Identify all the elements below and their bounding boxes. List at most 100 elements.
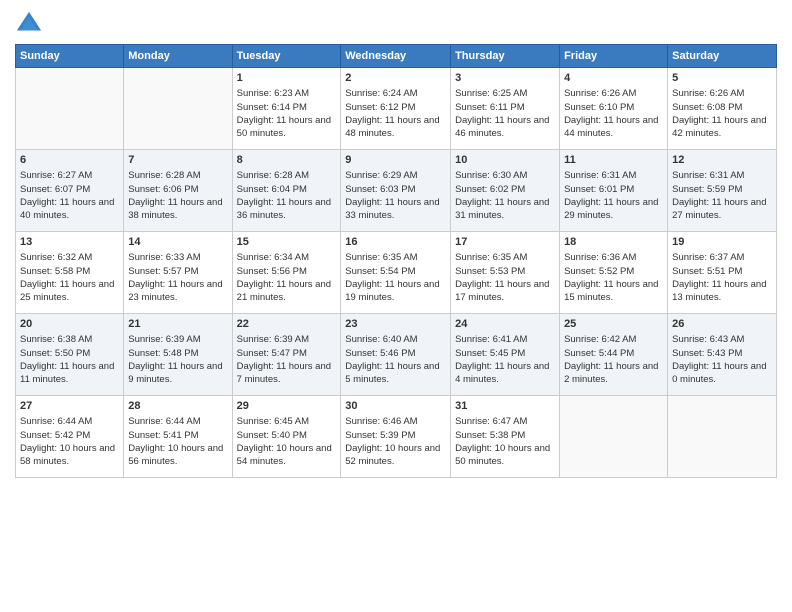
calendar-cell: 3 Sunrise: 6:25 AM Sunset: 6:11 PM Dayli… — [451, 68, 560, 150]
sunrise-text: Sunrise: 6:33 AM — [128, 252, 200, 263]
sunrise-text: Sunrise: 6:32 AM — [20, 252, 92, 263]
day-number: 8 — [237, 153, 337, 168]
daylight-text: Daylight: 11 hours and 19 minutes. — [345, 279, 439, 303]
calendar-cell: 24 Sunrise: 6:41 AM Sunset: 5:45 PM Dayl… — [451, 314, 560, 396]
daylight-text: Daylight: 11 hours and 25 minutes. — [20, 279, 114, 303]
sunset-text: Sunset: 5:56 PM — [237, 266, 307, 277]
calendar-header: SundayMondayTuesdayWednesdayThursdayFrid… — [16, 45, 777, 68]
day-number: 15 — [237, 235, 337, 250]
calendar-cell: 10 Sunrise: 6:30 AM Sunset: 6:02 PM Dayl… — [451, 150, 560, 232]
daylight-text: Daylight: 11 hours and 4 minutes. — [455, 361, 549, 385]
calendar-cell: 17 Sunrise: 6:35 AM Sunset: 5:53 PM Dayl… — [451, 232, 560, 314]
sunrise-text: Sunrise: 6:28 AM — [128, 170, 200, 181]
day-number: 14 — [128, 235, 227, 250]
weekday-saturday: Saturday — [668, 45, 777, 68]
daylight-text: Daylight: 11 hours and 27 minutes. — [672, 197, 766, 221]
sunset-text: Sunset: 5:50 PM — [20, 348, 90, 359]
sunset-text: Sunset: 6:04 PM — [237, 184, 307, 195]
calendar-cell: 5 Sunrise: 6:26 AM Sunset: 6:08 PM Dayli… — [668, 68, 777, 150]
sunrise-text: Sunrise: 6:26 AM — [564, 88, 636, 99]
sunrise-text: Sunrise: 6:38 AM — [20, 334, 92, 345]
daylight-text: Daylight: 11 hours and 0 minutes. — [672, 361, 766, 385]
sunset-text: Sunset: 5:38 PM — [455, 430, 525, 441]
sunset-text: Sunset: 5:45 PM — [455, 348, 525, 359]
sunset-text: Sunset: 6:12 PM — [345, 102, 415, 113]
day-number: 13 — [20, 235, 119, 250]
calendar-cell: 19 Sunrise: 6:37 AM Sunset: 5:51 PM Dayl… — [668, 232, 777, 314]
calendar-cell: 2 Sunrise: 6:24 AM Sunset: 6:12 PM Dayli… — [341, 68, 451, 150]
calendar-week-2: 6 Sunrise: 6:27 AM Sunset: 6:07 PM Dayli… — [16, 150, 777, 232]
day-number: 25 — [564, 317, 663, 332]
calendar-week-3: 13 Sunrise: 6:32 AM Sunset: 5:58 PM Dayl… — [16, 232, 777, 314]
sunrise-text: Sunrise: 6:27 AM — [20, 170, 92, 181]
calendar-cell: 8 Sunrise: 6:28 AM Sunset: 6:04 PM Dayli… — [232, 150, 341, 232]
daylight-text: Daylight: 11 hours and 46 minutes. — [455, 115, 549, 139]
header — [15, 10, 777, 38]
page: SundayMondayTuesdayWednesdayThursdayFrid… — [0, 0, 792, 612]
sunset-text: Sunset: 5:47 PM — [237, 348, 307, 359]
weekday-thursday: Thursday — [451, 45, 560, 68]
sunset-text: Sunset: 6:10 PM — [564, 102, 634, 113]
daylight-text: Daylight: 11 hours and 21 minutes. — [237, 279, 331, 303]
sunset-text: Sunset: 5:53 PM — [455, 266, 525, 277]
day-number: 17 — [455, 235, 555, 250]
daylight-text: Daylight: 11 hours and 42 minutes. — [672, 115, 766, 139]
sunset-text: Sunset: 5:44 PM — [564, 348, 634, 359]
sunrise-text: Sunrise: 6:34 AM — [237, 252, 309, 263]
day-number: 6 — [20, 153, 119, 168]
day-number: 10 — [455, 153, 555, 168]
calendar-cell: 4 Sunrise: 6:26 AM Sunset: 6:10 PM Dayli… — [560, 68, 668, 150]
sunrise-text: Sunrise: 6:37 AM — [672, 252, 744, 263]
daylight-text: Daylight: 11 hours and 50 minutes. — [237, 115, 331, 139]
daylight-text: Daylight: 11 hours and 36 minutes. — [237, 197, 331, 221]
weekday-sunday: Sunday — [16, 45, 124, 68]
weekday-tuesday: Tuesday — [232, 45, 341, 68]
sunset-text: Sunset: 5:57 PM — [128, 266, 198, 277]
day-number: 3 — [455, 71, 555, 86]
calendar-cell: 13 Sunrise: 6:32 AM Sunset: 5:58 PM Dayl… — [16, 232, 124, 314]
sunrise-text: Sunrise: 6:45 AM — [237, 416, 309, 427]
calendar-cell: 11 Sunrise: 6:31 AM Sunset: 6:01 PM Dayl… — [560, 150, 668, 232]
calendar-cell: 12 Sunrise: 6:31 AM Sunset: 5:59 PM Dayl… — [668, 150, 777, 232]
calendar-cell: 16 Sunrise: 6:35 AM Sunset: 5:54 PM Dayl… — [341, 232, 451, 314]
sunrise-text: Sunrise: 6:24 AM — [345, 88, 417, 99]
day-number: 2 — [345, 71, 446, 86]
day-number: 21 — [128, 317, 227, 332]
calendar-cell: 15 Sunrise: 6:34 AM Sunset: 5:56 PM Dayl… — [232, 232, 341, 314]
logo-icon — [15, 10, 43, 38]
calendar-week-4: 20 Sunrise: 6:38 AM Sunset: 5:50 PM Dayl… — [16, 314, 777, 396]
logo — [15, 10, 45, 38]
weekday-header-row: SundayMondayTuesdayWednesdayThursdayFrid… — [16, 45, 777, 68]
day-number: 7 — [128, 153, 227, 168]
sunset-text: Sunset: 6:07 PM — [20, 184, 90, 195]
sunset-text: Sunset: 6:03 PM — [345, 184, 415, 195]
sunrise-text: Sunrise: 6:28 AM — [237, 170, 309, 181]
sunset-text: Sunset: 5:54 PM — [345, 266, 415, 277]
calendar-cell: 21 Sunrise: 6:39 AM Sunset: 5:48 PM Dayl… — [124, 314, 232, 396]
day-number: 24 — [455, 317, 555, 332]
daylight-text: Daylight: 11 hours and 23 minutes. — [128, 279, 222, 303]
daylight-text: Daylight: 10 hours and 58 minutes. — [20, 443, 115, 467]
daylight-text: Daylight: 11 hours and 9 minutes. — [128, 361, 222, 385]
sunset-text: Sunset: 5:42 PM — [20, 430, 90, 441]
day-number: 1 — [237, 71, 337, 86]
calendar-cell: 1 Sunrise: 6:23 AM Sunset: 6:14 PM Dayli… — [232, 68, 341, 150]
calendar-cell: 22 Sunrise: 6:39 AM Sunset: 5:47 PM Dayl… — [232, 314, 341, 396]
daylight-text: Daylight: 10 hours and 54 minutes. — [237, 443, 332, 467]
sunset-text: Sunset: 5:59 PM — [672, 184, 742, 195]
sunrise-text: Sunrise: 6:41 AM — [455, 334, 527, 345]
calendar-body: 1 Sunrise: 6:23 AM Sunset: 6:14 PM Dayli… — [16, 68, 777, 478]
sunset-text: Sunset: 5:41 PM — [128, 430, 198, 441]
sunrise-text: Sunrise: 6:43 AM — [672, 334, 744, 345]
calendar-cell: 25 Sunrise: 6:42 AM Sunset: 5:44 PM Dayl… — [560, 314, 668, 396]
daylight-text: Daylight: 10 hours and 52 minutes. — [345, 443, 440, 467]
day-number: 26 — [672, 317, 772, 332]
daylight-text: Daylight: 10 hours and 56 minutes. — [128, 443, 223, 467]
sunset-text: Sunset: 5:51 PM — [672, 266, 742, 277]
sunset-text: Sunset: 5:52 PM — [564, 266, 634, 277]
sunrise-text: Sunrise: 6:46 AM — [345, 416, 417, 427]
weekday-monday: Monday — [124, 45, 232, 68]
sunrise-text: Sunrise: 6:31 AM — [672, 170, 744, 181]
daylight-text: Daylight: 11 hours and 31 minutes. — [455, 197, 549, 221]
sunset-text: Sunset: 5:43 PM — [672, 348, 742, 359]
